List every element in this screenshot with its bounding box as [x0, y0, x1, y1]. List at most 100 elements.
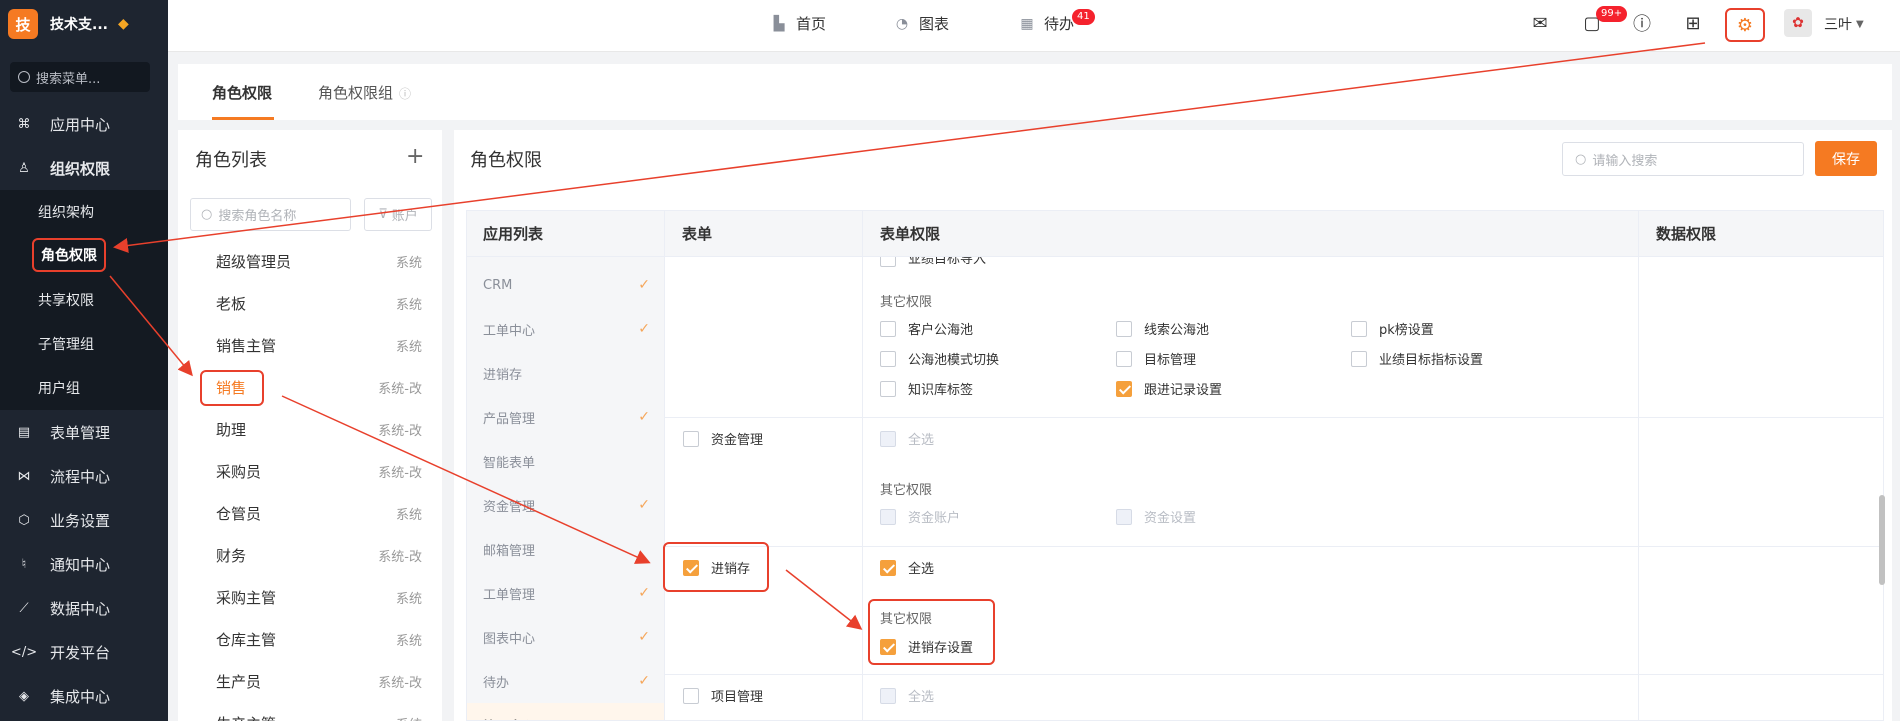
menu-item-integration[interactable]: ◈ 集成中心: [0, 674, 168, 718]
checkbox[interactable]: [1351, 350, 1367, 367]
checkbox[interactable]: [1116, 350, 1132, 367]
add-role-icon[interactable]: +: [406, 144, 424, 169]
role-name: 采购主管: [216, 588, 277, 607]
app-list-item[interactable]: 邮箱管理: [467, 527, 664, 571]
checkbox-checked[interactable]: [880, 559, 896, 576]
role-row[interactable]: 老板 系统: [216, 288, 422, 318]
submenu-label: 用户组: [38, 381, 80, 397]
menu-item-data[interactable]: ⟋ 数据中心: [0, 586, 168, 630]
permission-panel-title: 角色权限: [470, 150, 542, 171]
role-row[interactable]: 采购主管 系统: [216, 582, 422, 612]
perm-item[interactable]: 跟进记录设置: [1116, 379, 1222, 398]
chevron-down-icon: ▼: [1856, 18, 1864, 30]
menu-item-flow[interactable]: ⋈ 流程中心: [0, 454, 168, 498]
app-name: 图表中心: [483, 631, 536, 647]
app-list-item[interactable]: 待办 ✓: [467, 659, 664, 703]
role-search-input[interactable]: ○ 搜索角色名称: [190, 198, 351, 231]
checkbox[interactable]: [880, 257, 896, 267]
perm-item[interactable]: 知识库标签: [880, 379, 973, 398]
menu-search-input[interactable]: 搜索菜单...: [10, 62, 150, 92]
checkbox[interactable]: [880, 320, 896, 337]
form-icon: ▤: [17, 424, 31, 440]
checkbox[interactable]: [1351, 320, 1367, 337]
perm-item-cut[interactable]: 业绩目标导入: [880, 257, 986, 267]
menu-item-org[interactable]: ♙ 组织权限: [0, 146, 168, 190]
submenu-item-share-permission[interactable]: 共享权限: [38, 278, 94, 322]
nav-todo[interactable]: ▦ 待办: [1018, 13, 1074, 34]
tab-role-permission-group[interactable]: 角色权限组 ⓘ: [318, 82, 411, 103]
app-list-item[interactable]: 工单中心 ✓: [467, 307, 664, 351]
menu-search-placeholder: 搜索菜单...: [36, 71, 101, 87]
app-list-item[interactable]: 管理中心 ✓: [467, 703, 664, 720]
perm-item[interactable]: 业绩目标指标设置: [1351, 349, 1483, 368]
perm-item[interactable]: 线索公海池: [1116, 319, 1209, 338]
user-menu[interactable]: 三叶 ▼: [1824, 14, 1864, 34]
checkbox: [880, 430, 896, 447]
perm-item[interactable]: pk榜设置: [1351, 319, 1434, 338]
role-row[interactable]: 仓库主管 系统: [216, 624, 422, 654]
menu-item-business[interactable]: ⬡ 业务设置: [0, 498, 168, 542]
role-row[interactable]: 超级管理员 系统: [216, 246, 422, 276]
avatar[interactable]: ✿: [1784, 9, 1812, 37]
grid-apps-icon[interactable]: ⊞: [1681, 11, 1705, 35]
role-row[interactable]: 助理 系统-改: [216, 414, 422, 444]
role-name: 生产主管: [216, 713, 276, 721]
role-row[interactable]: 采购员 系统-改: [216, 456, 422, 486]
filter-icon: ⊽: [378, 207, 388, 222]
app-list-item[interactable]: 产品管理 ✓: [467, 395, 664, 439]
perm-item[interactable]: 客户公海池: [880, 319, 973, 338]
brand[interactable]: 技 技术支... ◆: [8, 8, 160, 40]
checkbox[interactable]: [683, 430, 699, 447]
perm-item[interactable]: 目标管理: [1116, 349, 1196, 368]
nav-home[interactable]: ▙ 首页: [770, 13, 826, 34]
role-filter-button[interactable]: ⊽ 账户: [364, 198, 432, 231]
checkbox: [1116, 508, 1132, 525]
other-perms-label: 其它权限: [880, 295, 933, 310]
submenu-item-sub-admin[interactable]: 子管理组: [38, 322, 94, 366]
menu-item-notify[interactable]: ♮ 通知中心: [0, 542, 168, 586]
tab-role-permission[interactable]: 角色权限: [212, 82, 272, 103]
role-row[interactable]: 财务 系统-改: [216, 540, 422, 570]
role-row[interactable]: 仓管员 系统: [216, 498, 422, 528]
form-row-funds[interactable]: 资金管理: [683, 429, 763, 448]
scrollbar-thumb[interactable]: [1879, 495, 1885, 585]
app-list-item[interactable]: CRM ✓: [467, 263, 664, 307]
submenu-item-role-permission[interactable]: 角色权限: [32, 238, 106, 272]
save-button[interactable]: 保存: [1815, 141, 1877, 176]
menu-item-dev[interactable]: </> 开发平台: [0, 630, 168, 674]
permission-search-input[interactable]: ○ 请输入搜索: [1562, 142, 1804, 176]
calendar-icon: ▦: [1020, 15, 1034, 32]
menu-item-apps[interactable]: ⌘ 应用中心: [0, 102, 168, 146]
submenu-item-user-group[interactable]: 用户组: [38, 366, 80, 410]
app-list-item[interactable]: 工单管理 ✓: [467, 571, 664, 615]
mail-icon[interactable]: ✉: [1528, 11, 1552, 35]
submenu-item-org-structure[interactable]: 组织架构: [38, 190, 94, 234]
app-list-item[interactable]: 资金管理 ✓: [467, 483, 664, 527]
form-row-project[interactable]: 项目管理: [683, 686, 763, 705]
perm-item[interactable]: 公海池模式切换: [880, 349, 999, 368]
app-list-item[interactable]: 图表中心 ✓: [467, 615, 664, 659]
select-all-inventory[interactable]: 全选: [880, 558, 934, 577]
role-tag: 系统: [395, 339, 422, 355]
role-row[interactable]: 生产员 系统-改: [216, 666, 422, 696]
settings-gear-icon[interactable]: ⚙: [1725, 8, 1765, 42]
perm-label: 跟进记录设置: [1144, 383, 1223, 398]
nav-charts[interactable]: ◔ 图表: [893, 13, 949, 34]
app-list-item[interactable]: 进销存: [467, 351, 664, 395]
checkbox[interactable]: [880, 380, 896, 397]
role-row[interactable]: 销售主管 系统: [216, 330, 422, 360]
app-list-item[interactable]: 智能表单: [467, 439, 664, 483]
check-icon: ✓: [638, 409, 650, 425]
submenu-label: 子管理组: [38, 337, 94, 353]
role-row[interactable]: 生产主管 系统: [216, 708, 422, 721]
help-icon[interactable]: ⓘ: [1630, 11, 1654, 35]
checkbox[interactable]: [683, 687, 699, 704]
perm-label: pk榜设置: [1379, 323, 1434, 338]
checkbox[interactable]: [880, 350, 896, 367]
checkbox-checked[interactable]: [1116, 380, 1132, 397]
menu-item-forms[interactable]: ▤ 表单管理: [0, 410, 168, 454]
search-placeholder: 请输入搜索: [1592, 153, 1658, 169]
checkbox[interactable]: [1116, 320, 1132, 337]
tab-active-indicator: [212, 117, 274, 120]
chart-icon: ⟋: [19, 600, 29, 616]
